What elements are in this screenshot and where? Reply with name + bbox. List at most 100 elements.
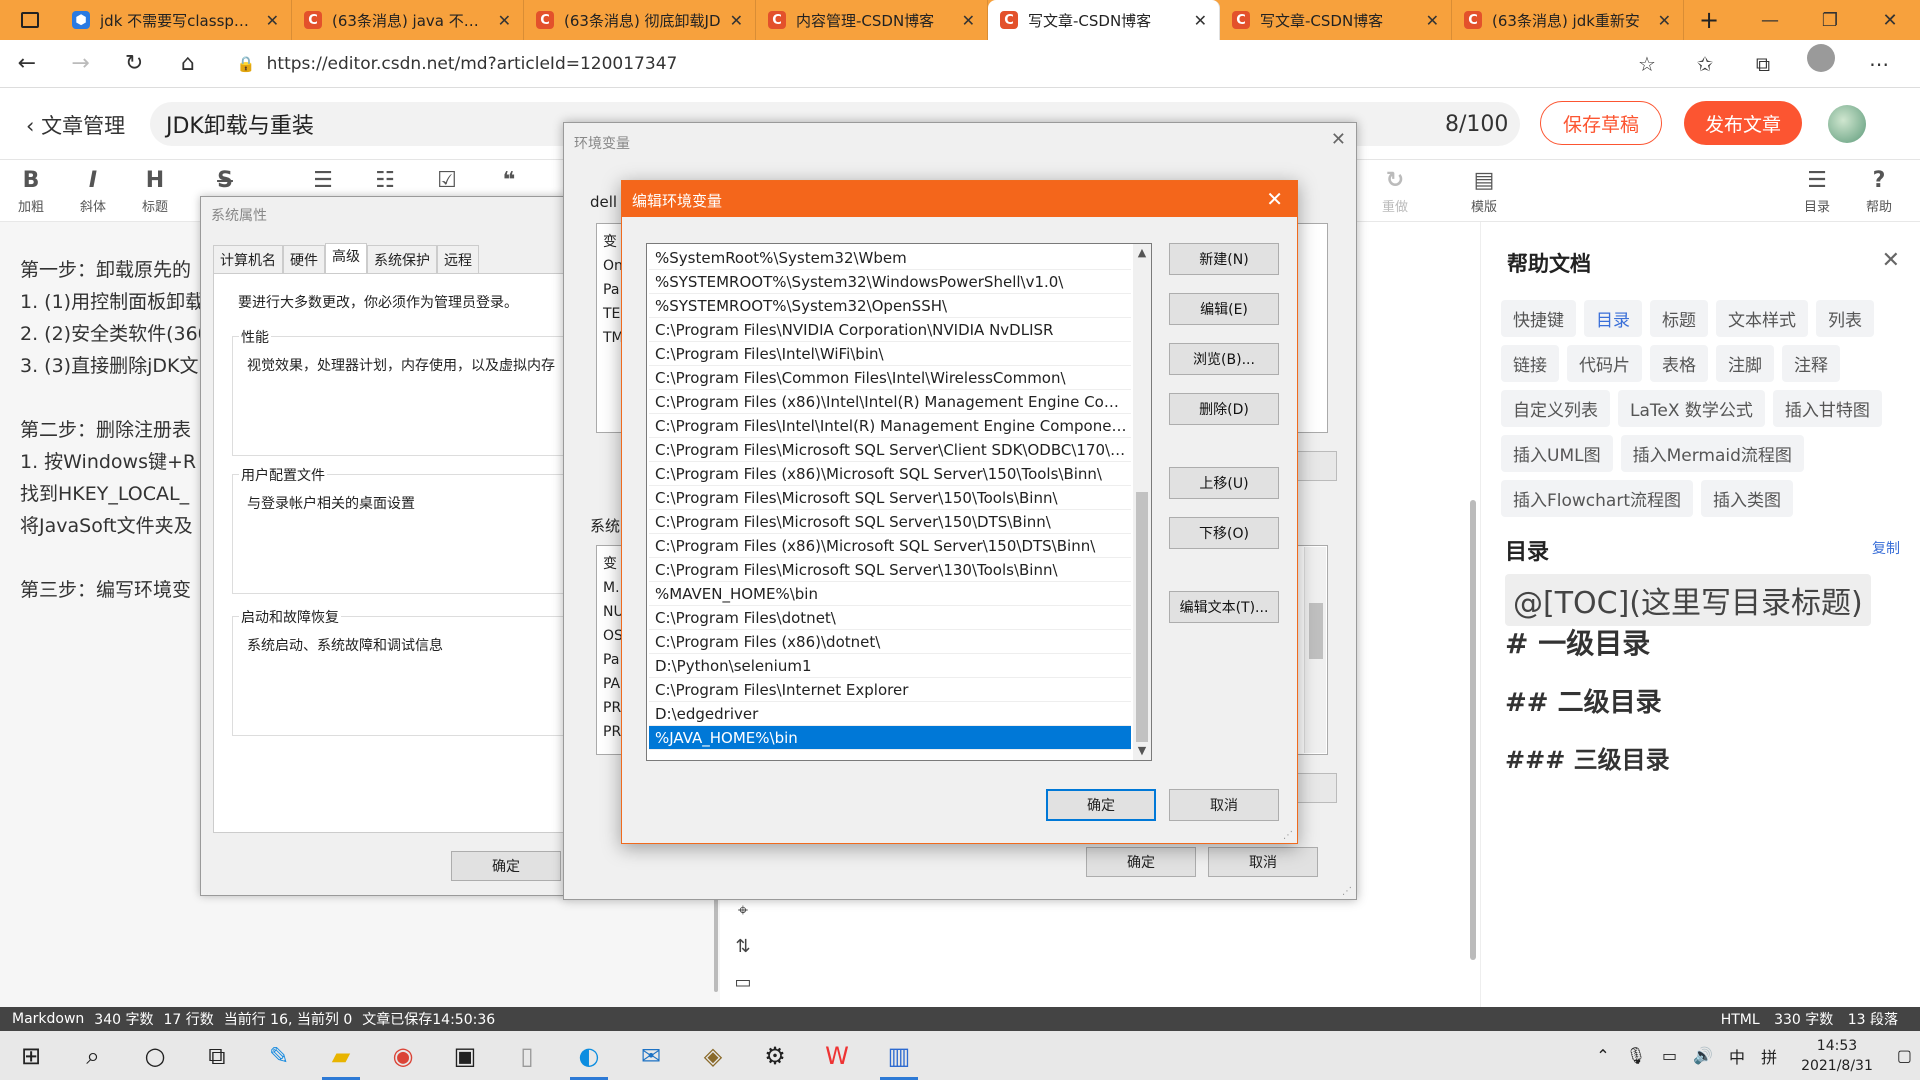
collections-icon[interactable]: ⧉ <box>1734 44 1792 84</box>
path-entry[interactable]: C:\Program Files\NVIDIA Corporation\NVID… <box>649 318 1131 342</box>
minimize-icon[interactable]: — <box>1740 0 1800 40</box>
more-menu-icon[interactable]: ⋯ <box>1850 44 1908 84</box>
ok-button[interactable]: 确定 <box>1046 789 1156 821</box>
path-entry[interactable]: C:\Program Files (x86)\Microsoft SQL Ser… <box>649 534 1131 558</box>
network-icon[interactable]: ▭ <box>1662 1046 1677 1065</box>
document-icon[interactable]: ▯ <box>496 1031 558 1080</box>
edit-button[interactable]: 编辑(E) <box>1169 293 1279 325</box>
back-arrow-icon[interactable]: ← <box>0 44 54 84</box>
close-tab-icon[interactable]: ✕ <box>498 11 511 30</box>
help-chip[interactable]: 链接 <box>1501 345 1559 382</box>
help-scrollbar[interactable] <box>1470 500 1476 960</box>
microphone-icon[interactable]: 🎙 <box>1626 1046 1646 1065</box>
home-icon[interactable]: ⌂ <box>161 44 215 84</box>
path-entry[interactable]: C:\Program Files (x86)\dotnet\ <box>649 630 1131 654</box>
strikethrough-tool[interactable]: S <box>200 168 250 194</box>
path-entry[interactable]: C:\Program Files\Microsoft SQL Server\15… <box>649 510 1131 534</box>
path-entry[interactable]: %MAVEN_HOME%\bin <box>649 582 1131 606</box>
help-chip[interactable]: 注释 <box>1782 345 1840 382</box>
path-entry[interactable]: D:\edgedriver <box>649 702 1131 726</box>
help-chip[interactable]: 自定义列表 <box>1501 390 1610 427</box>
cancel-button[interactable]: 取消 <box>1208 847 1318 877</box>
help-chip[interactable]: 代码片 <box>1567 345 1642 382</box>
unordered-list-tool[interactable]: ☰ <box>298 168 348 194</box>
feather-app-icon[interactable]: ✎ <box>248 1031 310 1080</box>
system-list-scrollbar[interactable] <box>1304 547 1326 753</box>
help-chip[interactable]: 插入Flowchart流程图 <box>1501 480 1693 517</box>
path-entry[interactable]: %SYSTEMROOT%\System32\OpenSSH\ <box>649 294 1131 318</box>
browser-tab[interactable]: C (63条消息) 彻底卸载JD ✕ <box>524 0 756 40</box>
ime-mode-indicator[interactable]: 拼 <box>1761 1044 1777 1068</box>
start-icon[interactable]: ⊞ <box>0 1031 62 1080</box>
browser-tab[interactable]: C (63条消息) jdk重新安 ✕ <box>1452 0 1684 40</box>
chevron-up-icon[interactable]: ⌃ <box>1596 1046 1609 1065</box>
resize-grip-icon[interactable]: ⋰ <box>1342 886 1352 897</box>
close-icon[interactable]: ✕ <box>1331 129 1346 150</box>
tab-computer-name[interactable]: 计算机名 <box>213 245 283 274</box>
path-list[interactable]: %SystemRoot%\System32\Wbem %SYSTEMROOT%\… <box>646 243 1152 761</box>
tab-system-protection[interactable]: 系统保护 <box>367 245 437 274</box>
wps-icon[interactable]: W <box>806 1031 868 1080</box>
help-chip[interactable]: 插入Mermaid流程图 <box>1620 435 1804 472</box>
search-icon[interactable]: ⌕ <box>62 1031 124 1080</box>
edit-text-button[interactable]: 编辑文本(T)... <box>1169 591 1279 623</box>
locate-icon[interactable]: ⌖ <box>730 900 756 936</box>
path-entry[interactable]: C:\Program Files\Common Files\Intel\Wire… <box>649 366 1131 390</box>
move-down-button[interactable]: 下移(O) <box>1169 517 1279 549</box>
quote-tool[interactable]: ❝ <box>484 168 534 194</box>
close-icon[interactable]: ✕ <box>1882 248 1900 273</box>
browser-tab[interactable]: ⬢ jdk 不需要写classpath ✕ <box>60 0 292 40</box>
user-delete-button[interactable] <box>1297 451 1337 481</box>
sync-scroll-icon[interactable]: ⇅ <box>730 936 756 972</box>
clock[interactable]: 14:53 2021/8/31 <box>1801 1036 1873 1076</box>
help-chip[interactable]: 插入UML图 <box>1501 435 1613 472</box>
help-chip[interactable]: LaTeX 数学公式 <box>1618 390 1765 427</box>
path-list-scrollbar[interactable]: ▲ ▼ <box>1133 244 1151 760</box>
browser-tab-active[interactable]: C 写文章-CSDN博客 ✕ <box>988 0 1220 40</box>
path-entry[interactable]: C:\Program Files\Microsoft SQL Server\13… <box>649 558 1131 582</box>
path-entry[interactable]: C:\Program Files\Internet Explorer <box>649 678 1131 702</box>
toc-tool[interactable]: ☰ 目录 <box>1792 168 1842 215</box>
help-chip[interactable]: 标题 <box>1650 300 1708 337</box>
new-tab-button[interactable]: + <box>1684 0 1734 40</box>
scroll-down-icon[interactable]: ▼ <box>1133 742 1151 760</box>
close-tab-icon[interactable]: ✕ <box>266 11 279 30</box>
task-list-tool[interactable]: ☑ <box>422 168 472 194</box>
close-tab-icon[interactable]: ✕ <box>1658 11 1671 30</box>
chrome-icon[interactable]: ◉ <box>372 1031 434 1080</box>
ime-indicator[interactable]: 中 <box>1729 1044 1745 1068</box>
settings-icon[interactable]: ⚙ <box>744 1031 806 1080</box>
copy-link[interactable]: 复制 <box>1872 538 1900 558</box>
help-chip[interactable]: 插入类图 <box>1701 480 1793 517</box>
favorites-icon[interactable]: ✩ <box>1676 44 1734 84</box>
save-draft-button[interactable]: 保存草稿 <box>1540 101 1662 145</box>
browser-tab[interactable]: C 内容管理-CSDN博客 ✕ <box>756 0 988 40</box>
path-entry[interactable]: C:\Program Files\dotnet\ <box>649 606 1131 630</box>
mail-icon[interactable]: ✉ <box>620 1031 682 1080</box>
profile-avatar[interactable] <box>1807 43 1835 72</box>
path-entry[interactable]: %SystemRoot%\System32\Wbem <box>649 246 1131 270</box>
browser-tab[interactable]: C (63条消息) java 不设置 ✕ <box>292 0 524 40</box>
path-entry[interactable]: C:\Program Files (x86)\Intel\Intel(R) Ma… <box>649 390 1131 414</box>
tab-advanced[interactable]: 高级 <box>325 243 367 274</box>
template-tool[interactable]: ▤ 模版 <box>1459 168 1509 215</box>
heading-tool[interactable]: H 标题 <box>130 168 180 215</box>
close-tab-icon[interactable]: ✕ <box>1426 11 1439 30</box>
path-entry[interactable]: D:\Python\selenium1 <box>649 654 1131 678</box>
path-entry[interactable]: C:\Program Files\Microsoft SQL Server\Cl… <box>649 438 1131 462</box>
ok-button[interactable]: 确定 <box>451 851 561 881</box>
forward-arrow-icon[interactable]: → <box>54 44 108 84</box>
new-button[interactable]: 新建(N) <box>1169 243 1279 275</box>
article-management-link[interactable]: ‹ 文章管理 <box>26 110 125 140</box>
game-icon[interactable]: ◈ <box>682 1031 744 1080</box>
redo-tool[interactable]: ↻ 重做 <box>1370 168 1420 215</box>
restore-icon[interactable]: ❐ <box>1800 0 1860 40</box>
system-properties-icon[interactable]: ▥ <box>868 1031 930 1080</box>
cancel-button[interactable]: 取消 <box>1169 789 1279 821</box>
help-chip[interactable]: 文本样式 <box>1716 300 1808 337</box>
scroll-up-icon[interactable]: ▲ <box>1133 244 1151 262</box>
move-up-button[interactable]: 上移(U) <box>1169 467 1279 499</box>
ordered-list-tool[interactable]: ☷ <box>360 168 410 194</box>
file-explorer-icon[interactable]: ▰ <box>310 1031 372 1080</box>
delete-button[interactable]: 删除(D) <box>1169 393 1279 425</box>
